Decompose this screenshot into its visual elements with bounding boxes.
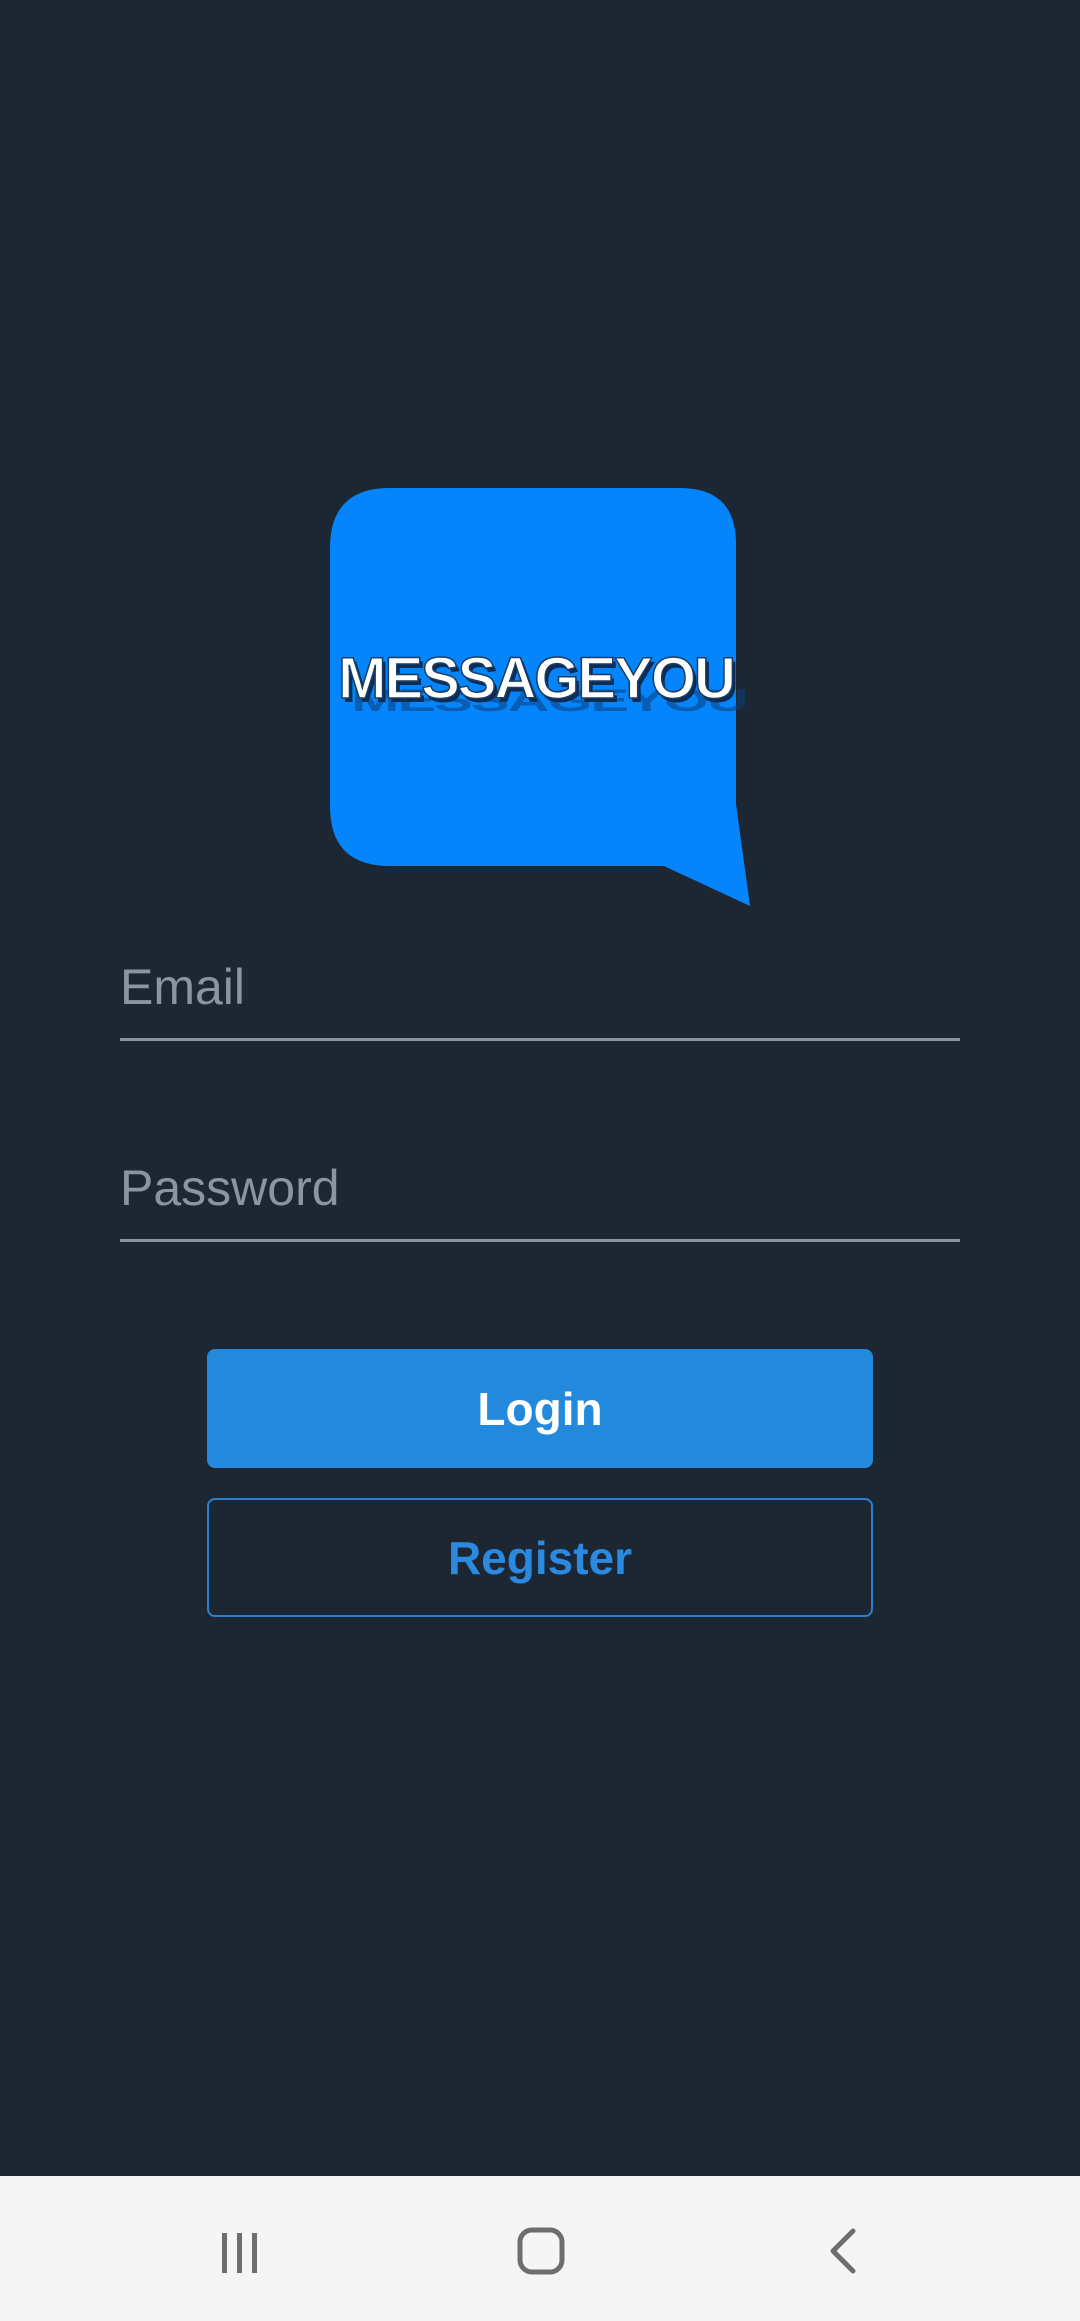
login-button[interactable]: Login [207, 1349, 873, 1468]
system-navigation-bar [0, 2176, 1080, 2321]
password-input[interactable] [120, 1159, 960, 1217]
recent-apps-icon [222, 2233, 257, 2273]
register-button[interactable]: Register [207, 1498, 873, 1617]
app-logo: MESSAGEYOU MESSAGEYOU MESSAGEYOU [330, 488, 754, 908]
login-screen: MESSAGEYOU MESSAGEYOU MESSAGEYOU Login R… [0, 0, 1080, 2176]
password-field-container [120, 1139, 960, 1242]
email-field-container [120, 938, 960, 1041]
logo-text: MESSAGEYOU [338, 646, 734, 711]
speech-bubble-icon: MESSAGEYOU MESSAGEYOU MESSAGEYOU [330, 488, 750, 906]
home-icon [517, 2227, 565, 2275]
back-icon [830, 2228, 856, 2274]
recent-apps-button[interactable] [180, 2206, 300, 2296]
back-button[interactable] [785, 2206, 905, 2296]
email-input[interactable] [120, 958, 960, 1016]
home-button[interactable] [482, 2206, 602, 2296]
